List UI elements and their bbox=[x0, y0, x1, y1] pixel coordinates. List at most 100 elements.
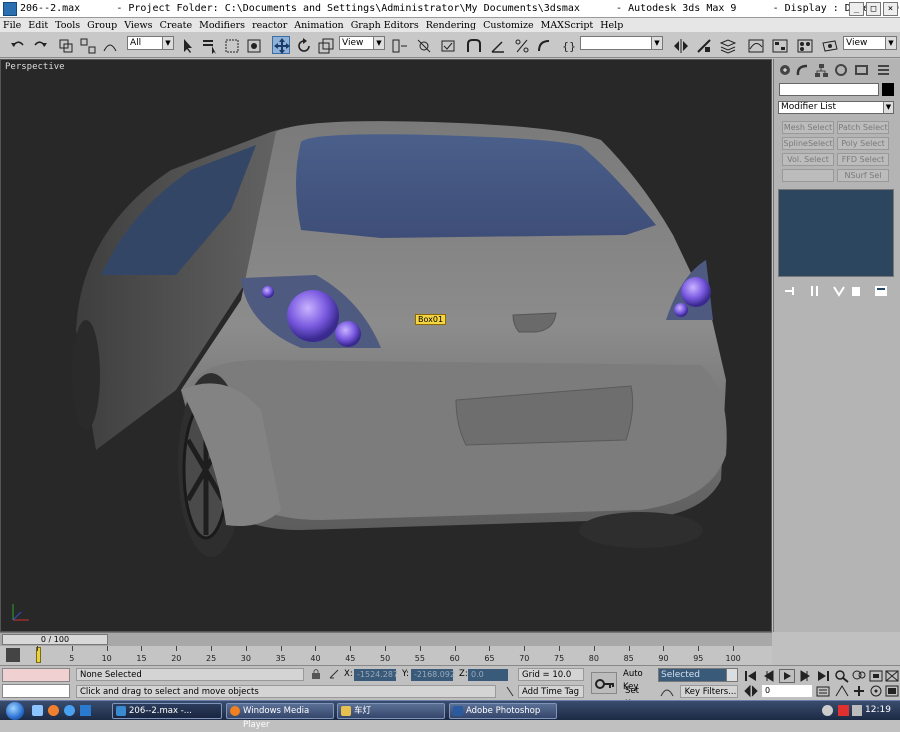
close-button[interactable]: × bbox=[883, 2, 898, 16]
link-icon[interactable] bbox=[56, 36, 74, 54]
utilities-tab-icon[interactable] bbox=[876, 63, 891, 78]
select-and-move-icon[interactable] bbox=[272, 36, 290, 54]
pivot-center-icon[interactable] bbox=[389, 36, 407, 54]
ie-icon[interactable] bbox=[64, 705, 75, 716]
time-slider-thumb[interactable]: 0 / 100 bbox=[2, 634, 108, 645]
menu-views[interactable]: Views bbox=[124, 20, 152, 31]
keyboard-shortcut-toggle-icon[interactable] bbox=[438, 36, 456, 54]
menu-graph-editors[interactable]: Graph Editors bbox=[351, 20, 419, 31]
absolute-mode-icon[interactable] bbox=[328, 668, 340, 680]
tray-antivirus-icon[interactable] bbox=[838, 705, 849, 716]
modifier-stack-view[interactable] bbox=[778, 189, 894, 277]
selection-filter-dropdown[interactable]: All ▼ bbox=[127, 36, 174, 50]
zoom-icon[interactable] bbox=[834, 669, 850, 683]
field-of-view-icon[interactable] bbox=[834, 684, 850, 698]
object-name-field[interactable] bbox=[779, 83, 879, 96]
y-coordinate-field[interactable]: -2168.092 bbox=[411, 669, 455, 681]
hierarchy-tab-icon[interactable] bbox=[814, 63, 829, 78]
nsurf-sel-button[interactable]: NSurf Sel bbox=[837, 169, 889, 182]
perspective-viewport[interactable]: Perspective Box01 bbox=[0, 59, 772, 632]
material-editor-icon[interactable] bbox=[795, 36, 813, 54]
mirror-icon[interactable] bbox=[671, 36, 689, 54]
menu-maxscript[interactable]: MAXScript bbox=[541, 20, 594, 31]
menu-modifiers[interactable]: Modifiers bbox=[199, 20, 245, 31]
track-bar[interactable]: 5 10 15 20 25 30 35 40 45 50 55 60 65 70 75 80 85 90 95 100 bbox=[0, 646, 772, 665]
menu-customize[interactable]: Customize bbox=[483, 20, 533, 31]
menu-animation[interactable]: Animation bbox=[294, 20, 343, 31]
modifier-list-dropdown[interactable]: Modifier List ▼ bbox=[778, 101, 894, 114]
taskbar-item-3dsmax[interactable]: 206--2.max -... bbox=[112, 703, 222, 719]
time-slider[interactable]: 0 / 100 bbox=[0, 632, 772, 646]
ffd-select-button[interactable]: FFD Select bbox=[837, 153, 889, 166]
window-crossing-icon[interactable] bbox=[244, 36, 262, 54]
spinner-snap-icon[interactable] bbox=[534, 36, 552, 54]
render-scene-icon[interactable] bbox=[820, 36, 838, 54]
app-icon[interactable] bbox=[3, 1, 17, 16]
quick-launch-icon[interactable] bbox=[48, 705, 59, 716]
maximize-button[interactable]: □ bbox=[866, 2, 881, 16]
show-end-result-icon[interactable] bbox=[808, 284, 822, 298]
set-key-icon[interactable] bbox=[591, 672, 617, 694]
key-mode-toggle-icon[interactable] bbox=[743, 684, 759, 698]
folder-quick-launch-icon[interactable] bbox=[80, 705, 91, 716]
spline-select-button[interactable]: SplineSelect bbox=[782, 137, 834, 150]
select-and-scale-icon[interactable] bbox=[316, 36, 334, 54]
rectangular-selection-icon[interactable] bbox=[222, 36, 240, 54]
percent-snap-icon[interactable] bbox=[512, 36, 530, 54]
curve-editor-icon[interactable] bbox=[746, 36, 764, 54]
go-to-end-icon[interactable] bbox=[815, 669, 831, 683]
edit-named-selection-icon[interactable]: {} bbox=[559, 36, 577, 54]
object-color-swatch[interactable] bbox=[882, 83, 894, 96]
align-icon[interactable] bbox=[694, 36, 712, 54]
zoom-extents-icon[interactable] bbox=[868, 669, 884, 683]
patch-select-button[interactable]: Patch Select bbox=[837, 121, 889, 134]
taskbar-item-media-player[interactable]: Windows Media Player bbox=[226, 703, 334, 730]
configure-modifier-sets-icon[interactable] bbox=[874, 284, 888, 298]
schematic-view-icon[interactable] bbox=[770, 36, 788, 54]
x-coordinate-field[interactable]: -1524.287 bbox=[354, 669, 398, 681]
maxscript-listener-mini[interactable] bbox=[2, 668, 70, 682]
render-view-dropdown[interactable]: View ▼ bbox=[843, 36, 897, 50]
go-to-start-icon[interactable] bbox=[743, 669, 759, 683]
bind-space-warp-icon[interactable] bbox=[100, 36, 118, 54]
z-coordinate-field[interactable]: 0.0 bbox=[468, 669, 508, 681]
menu-edit[interactable]: Edit bbox=[28, 20, 48, 31]
zoom-extents-all-icon[interactable] bbox=[884, 669, 900, 683]
show-desktop-icon[interactable] bbox=[32, 705, 43, 716]
empty-modifier-button[interactable] bbox=[782, 169, 834, 182]
make-unique-icon[interactable] bbox=[832, 284, 846, 298]
arc-rotate-icon[interactable] bbox=[868, 684, 884, 698]
menu-rendering[interactable]: Rendering bbox=[426, 20, 476, 31]
select-object-icon[interactable] bbox=[178, 36, 196, 54]
time-configuration-icon[interactable] bbox=[815, 684, 831, 698]
reference-coordinate-dropdown[interactable]: View ▼ bbox=[339, 36, 385, 50]
redo-icon[interactable] bbox=[30, 36, 48, 54]
mesh-select-button[interactable]: Mesh Select bbox=[782, 121, 834, 134]
pan-view-icon[interactable] bbox=[851, 684, 867, 698]
undo-icon[interactable] bbox=[8, 36, 26, 54]
key-mode-dropdown[interactable]: Selected ▼ bbox=[658, 668, 738, 682]
taskbar-item-folder[interactable]: 车灯 bbox=[337, 703, 445, 719]
taskbar-item-photoshop[interactable]: Adobe Photoshop bbox=[449, 703, 557, 719]
select-manipulate-icon[interactable] bbox=[414, 36, 432, 54]
set-key-button[interactable]: Set Key bbox=[622, 685, 656, 709]
snaps-toggle-icon[interactable] bbox=[464, 36, 482, 54]
tray-volume-icon[interactable] bbox=[852, 705, 862, 716]
zoom-all-icon[interactable] bbox=[851, 669, 867, 683]
key-filters-button[interactable]: Key Filters... bbox=[680, 685, 738, 698]
add-time-tag-button[interactable]: Add Time Tag bbox=[518, 685, 584, 698]
previous-frame-icon[interactable] bbox=[761, 669, 777, 683]
maximize-viewport-icon[interactable] bbox=[884, 684, 900, 698]
display-tab-icon[interactable] bbox=[854, 63, 869, 78]
unlink-icon[interactable] bbox=[78, 36, 96, 54]
remove-modifier-icon[interactable] bbox=[849, 284, 863, 298]
menu-help[interactable]: Help bbox=[600, 20, 623, 31]
menu-file[interactable]: File bbox=[3, 20, 21, 31]
mini-curve-editor-icon[interactable] bbox=[6, 648, 20, 662]
menu-create[interactable]: Create bbox=[160, 20, 193, 31]
poly-select-button[interactable]: Poly Select bbox=[837, 137, 889, 150]
maxscript-input-mini[interactable] bbox=[2, 684, 70, 698]
tray-help-icon[interactable] bbox=[822, 705, 833, 716]
vol-select-button[interactable]: Vol. Select bbox=[782, 153, 834, 166]
select-by-name-icon[interactable] bbox=[200, 36, 218, 54]
